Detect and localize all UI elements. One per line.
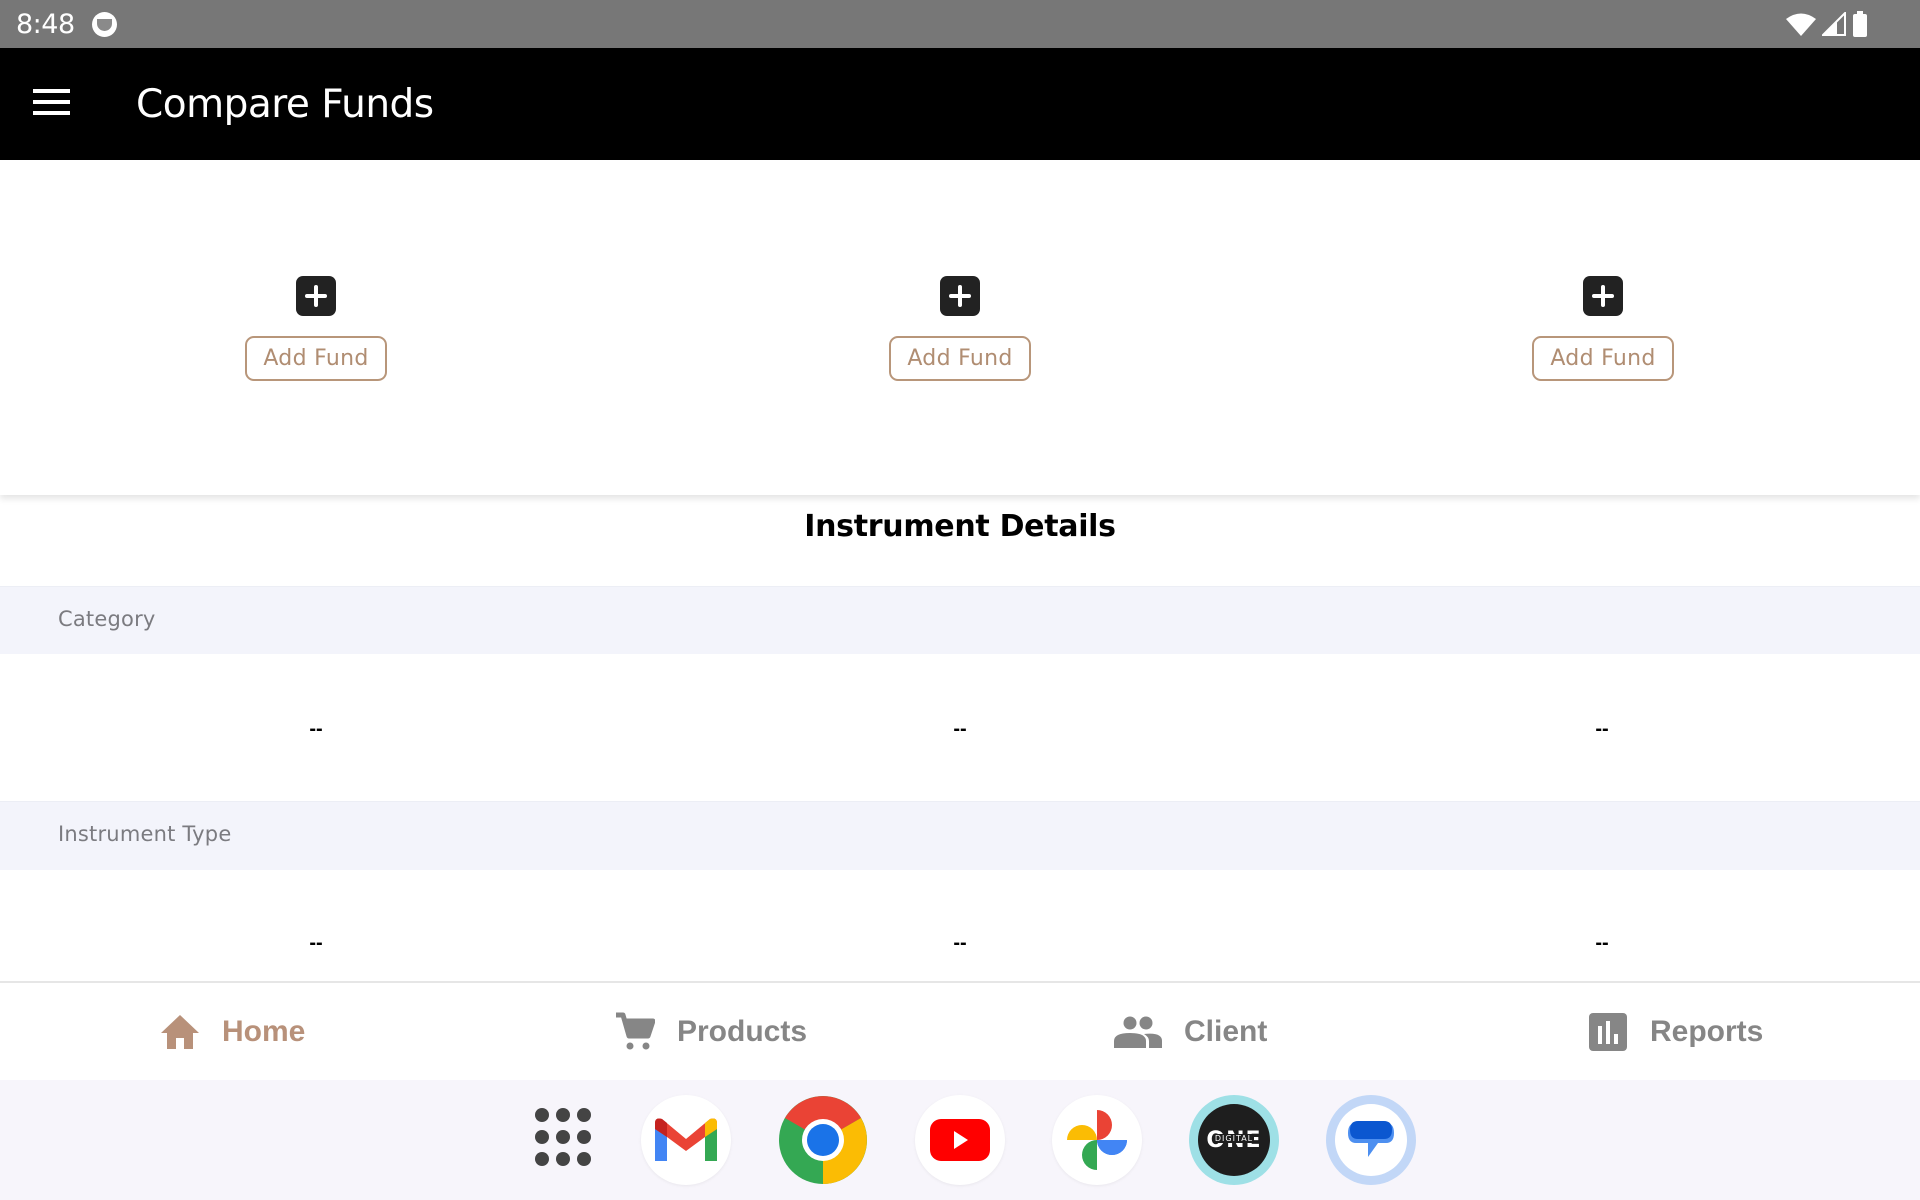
row-values-instrument-type: -- -- --: [0, 870, 1920, 981]
row-header-category: Category: [0, 586, 1920, 654]
plus-icon[interactable]: [940, 276, 980, 316]
google-photos-icon[interactable]: [1052, 1095, 1142, 1185]
status-bar: 8:48: [0, 0, 1920, 48]
section-title: Instrument Details: [804, 509, 1116, 544]
row-values-category: -- -- --: [0, 654, 1920, 801]
nav-label: Home: [222, 1014, 306, 1048]
fund-slot-1: Add Fund: [216, 276, 416, 381]
add-fund-button-2[interactable]: Add Fund: [889, 336, 1031, 381]
status-icons: [1786, 11, 1868, 37]
value-cell: --: [953, 718, 967, 740]
nav-label: Client: [1184, 1014, 1268, 1048]
fund-selection-card: Add Fund Add Fund Add Fund: [0, 160, 1920, 495]
status-time: 8:48: [16, 9, 75, 40]
value-cell: --: [1595, 932, 1609, 954]
nav-item-products[interactable]: Products: [615, 983, 807, 1080]
nav-item-client[interactable]: Client: [1114, 983, 1267, 1080]
nav-item-reports[interactable]: Reports: [1588, 983, 1763, 1080]
hamburger-menu-icon[interactable]: [26, 82, 76, 126]
fund-slot-3: Add Fund: [1503, 276, 1703, 381]
add-fund-button-1[interactable]: Add Fund: [245, 336, 387, 381]
bottom-navigation: Home Products Client Reports: [0, 981, 1920, 1080]
plus-icon[interactable]: [296, 276, 336, 316]
nav-item-home[interactable]: Home: [160, 983, 305, 1080]
messages-badge: [1335, 1104, 1407, 1176]
gmail-icon[interactable]: [641, 1095, 731, 1185]
cellular-signal-icon: [1822, 12, 1846, 36]
one-digital-small-text: DIGITAL: [1214, 1134, 1254, 1143]
value-cell: --: [953, 932, 967, 954]
one-digital-badge: ONE DIGITAL: [1198, 1104, 1270, 1176]
chrome-icon[interactable]: [778, 1095, 868, 1185]
people-icon: [1114, 1012, 1162, 1052]
home-icon: [160, 1012, 200, 1052]
app-drawer-icon[interactable]: [535, 1108, 595, 1168]
one-digital-app-icon[interactable]: ONE DIGITAL: [1189, 1095, 1279, 1185]
row-label: Category: [58, 607, 156, 631]
plus-icon[interactable]: [1583, 276, 1623, 316]
nav-label: Reports: [1650, 1014, 1764, 1048]
nav-label: Products: [677, 1014, 808, 1048]
value-cell: --: [309, 718, 323, 740]
row-header-instrument-type: Instrument Type: [0, 801, 1920, 870]
row-label: Instrument Type: [58, 822, 232, 846]
battery-icon: [1853, 11, 1867, 37]
cart-icon: [615, 1012, 655, 1052]
fund-slot-2: Add Fund: [860, 276, 1060, 381]
wifi-icon: [1786, 13, 1816, 36]
bar-chart-icon: [1588, 1012, 1628, 1052]
privacy-indicator-icon: [92, 12, 117, 37]
app-bar: Compare Funds: [0, 48, 1920, 160]
page-title: Compare Funds: [136, 82, 434, 127]
value-cell: --: [1595, 718, 1609, 740]
youtube-icon[interactable]: [915, 1095, 1005, 1185]
system-dock: ONE DIGITAL: [0, 1080, 1920, 1200]
messages-icon[interactable]: [1326, 1095, 1416, 1185]
value-cell: --: [309, 932, 323, 954]
add-fund-button-3[interactable]: Add Fund: [1532, 336, 1674, 381]
